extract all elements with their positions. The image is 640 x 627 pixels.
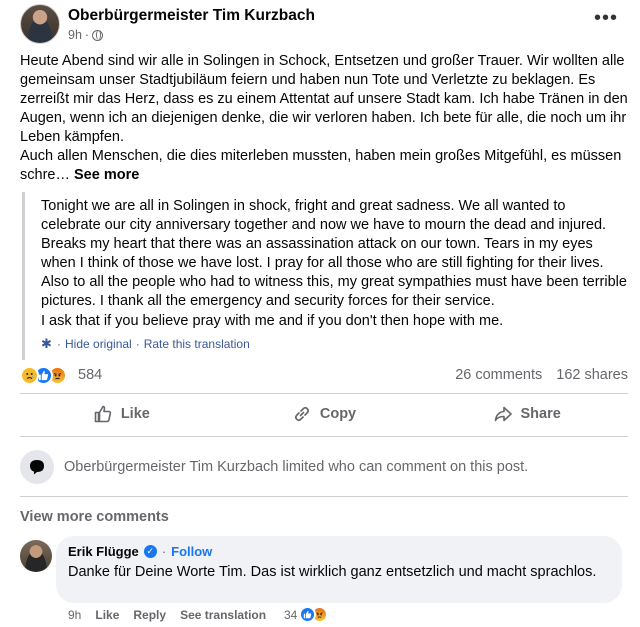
comment-reactions[interactable]: 34 [284, 606, 329, 623]
post-header: Oberbürgermeister Tim Kurzbach 9h · ••• [20, 4, 630, 44]
commenter-avatar[interactable] [20, 540, 52, 572]
comment-time[interactable]: 9h [68, 608, 81, 622]
thumbs-up-icon [94, 405, 111, 423]
translation-paragraph: I ask that if you believe pray with me a… [41, 312, 504, 329]
share-button[interactable]: Share [425, 396, 628, 432]
verified-badge-icon: ✓ [143, 545, 157, 558]
reaction-count[interactable]: 584 [78, 367, 102, 383]
meta-separator: · [84, 28, 90, 42]
rate-translation-link[interactable]: Rate this translation [144, 337, 250, 351]
post-actions: Like Copy Share [20, 396, 628, 432]
link-separator: · [57, 337, 61, 351]
facebook-post: Oberbürgermeister Tim Kurzbach 9h · ••• … [0, 0, 640, 627]
share-button-label: Share [520, 406, 561, 422]
gear-icon: ✱ [41, 336, 52, 351]
shares-count[interactable]: 162 shares [556, 367, 628, 383]
link-separator: · [135, 337, 140, 351]
comment-bubble: Erik Flügge ✓ · Follow Danke für Deine W… [56, 536, 622, 603]
like-button-label: Like [120, 406, 150, 422]
comment-reaction-count: 34 [284, 607, 298, 622]
translation-paragraph: Tonight we are all in Solingen in shock,… [41, 198, 607, 272]
divider [20, 496, 628, 497]
post-paragraph: Auch allen Menschen, die dies miterleben… [20, 148, 622, 183]
comment-text: Danke für Deine Worte Tim. Das ist wirkl… [68, 564, 597, 580]
author-avatar[interactable] [20, 4, 60, 44]
copy-button[interactable]: Copy [223, 396, 426, 432]
comment-like-button[interactable]: Like [95, 608, 119, 622]
post-body: Heute Abend sind wir alle in Solingen in… [20, 52, 632, 185]
like-button[interactable]: Like [20, 396, 223, 432]
comment-meta: 9h Like Reply See translation [68, 608, 266, 622]
globe-icon [92, 29, 104, 41]
view-more-comments-link[interactable]: View more comments [20, 509, 169, 525]
commenter-name[interactable]: Erik Flügge [68, 544, 139, 559]
see-more-link[interactable]: See more [74, 167, 139, 183]
comment-item: Erik Flügge ✓ · Follow Danke für Deine W… [20, 536, 628, 626]
divider [20, 436, 628, 437]
post-time[interactable]: 9h [68, 28, 82, 42]
comment-bubble-icon [20, 450, 54, 484]
follow-button[interactable]: Follow [171, 544, 212, 559]
sad-reaction-icon [20, 366, 39, 385]
limited-comments-notice: Oberbürgermeister Tim Kurzbach limited w… [20, 448, 628, 484]
post-meta: 9h · [68, 28, 104, 42]
share-icon [494, 406, 512, 422]
limited-comments-text: Oberbürgermeister Tim Kurzbach limited w… [64, 459, 529, 475]
hide-original-link[interactable]: Hide original [65, 337, 132, 351]
reactions-summary: 584 26 comments 162 shares [20, 366, 628, 386]
translation-paragraph: Also to all the people who had to witnes… [41, 274, 627, 310]
copy-button-label: Copy [319, 406, 357, 422]
translation-text: Tonight we are all in Solingen in shock,… [41, 197, 627, 331]
post-paragraph: Heute Abend sind wir alle in Solingen in… [20, 53, 628, 145]
author-name[interactable]: Oberbürgermeister Tim Kurzbach [68, 7, 315, 25]
reaction-icons[interactable] [20, 366, 67, 385]
see-translation-link[interactable]: See translation [180, 608, 266, 622]
divider [20, 393, 628, 394]
comment-header: Erik Flügge ✓ · Follow [68, 544, 610, 559]
translation-links: ✱ · Hide original · Rate this translatio… [41, 337, 250, 351]
follow-separator: · [161, 544, 167, 559]
more-options-icon[interactable]: ••• [594, 8, 618, 28]
engagement-counts: 26 comments 162 shares [455, 367, 628, 383]
translation-block: Tonight we are all in Solingen in shock,… [22, 192, 627, 360]
comment-reply-button[interactable]: Reply [133, 608, 166, 622]
link-icon [294, 406, 309, 422]
comments-count[interactable]: 26 comments [455, 367, 542, 383]
comment-reaction-icons [299, 606, 329, 623]
